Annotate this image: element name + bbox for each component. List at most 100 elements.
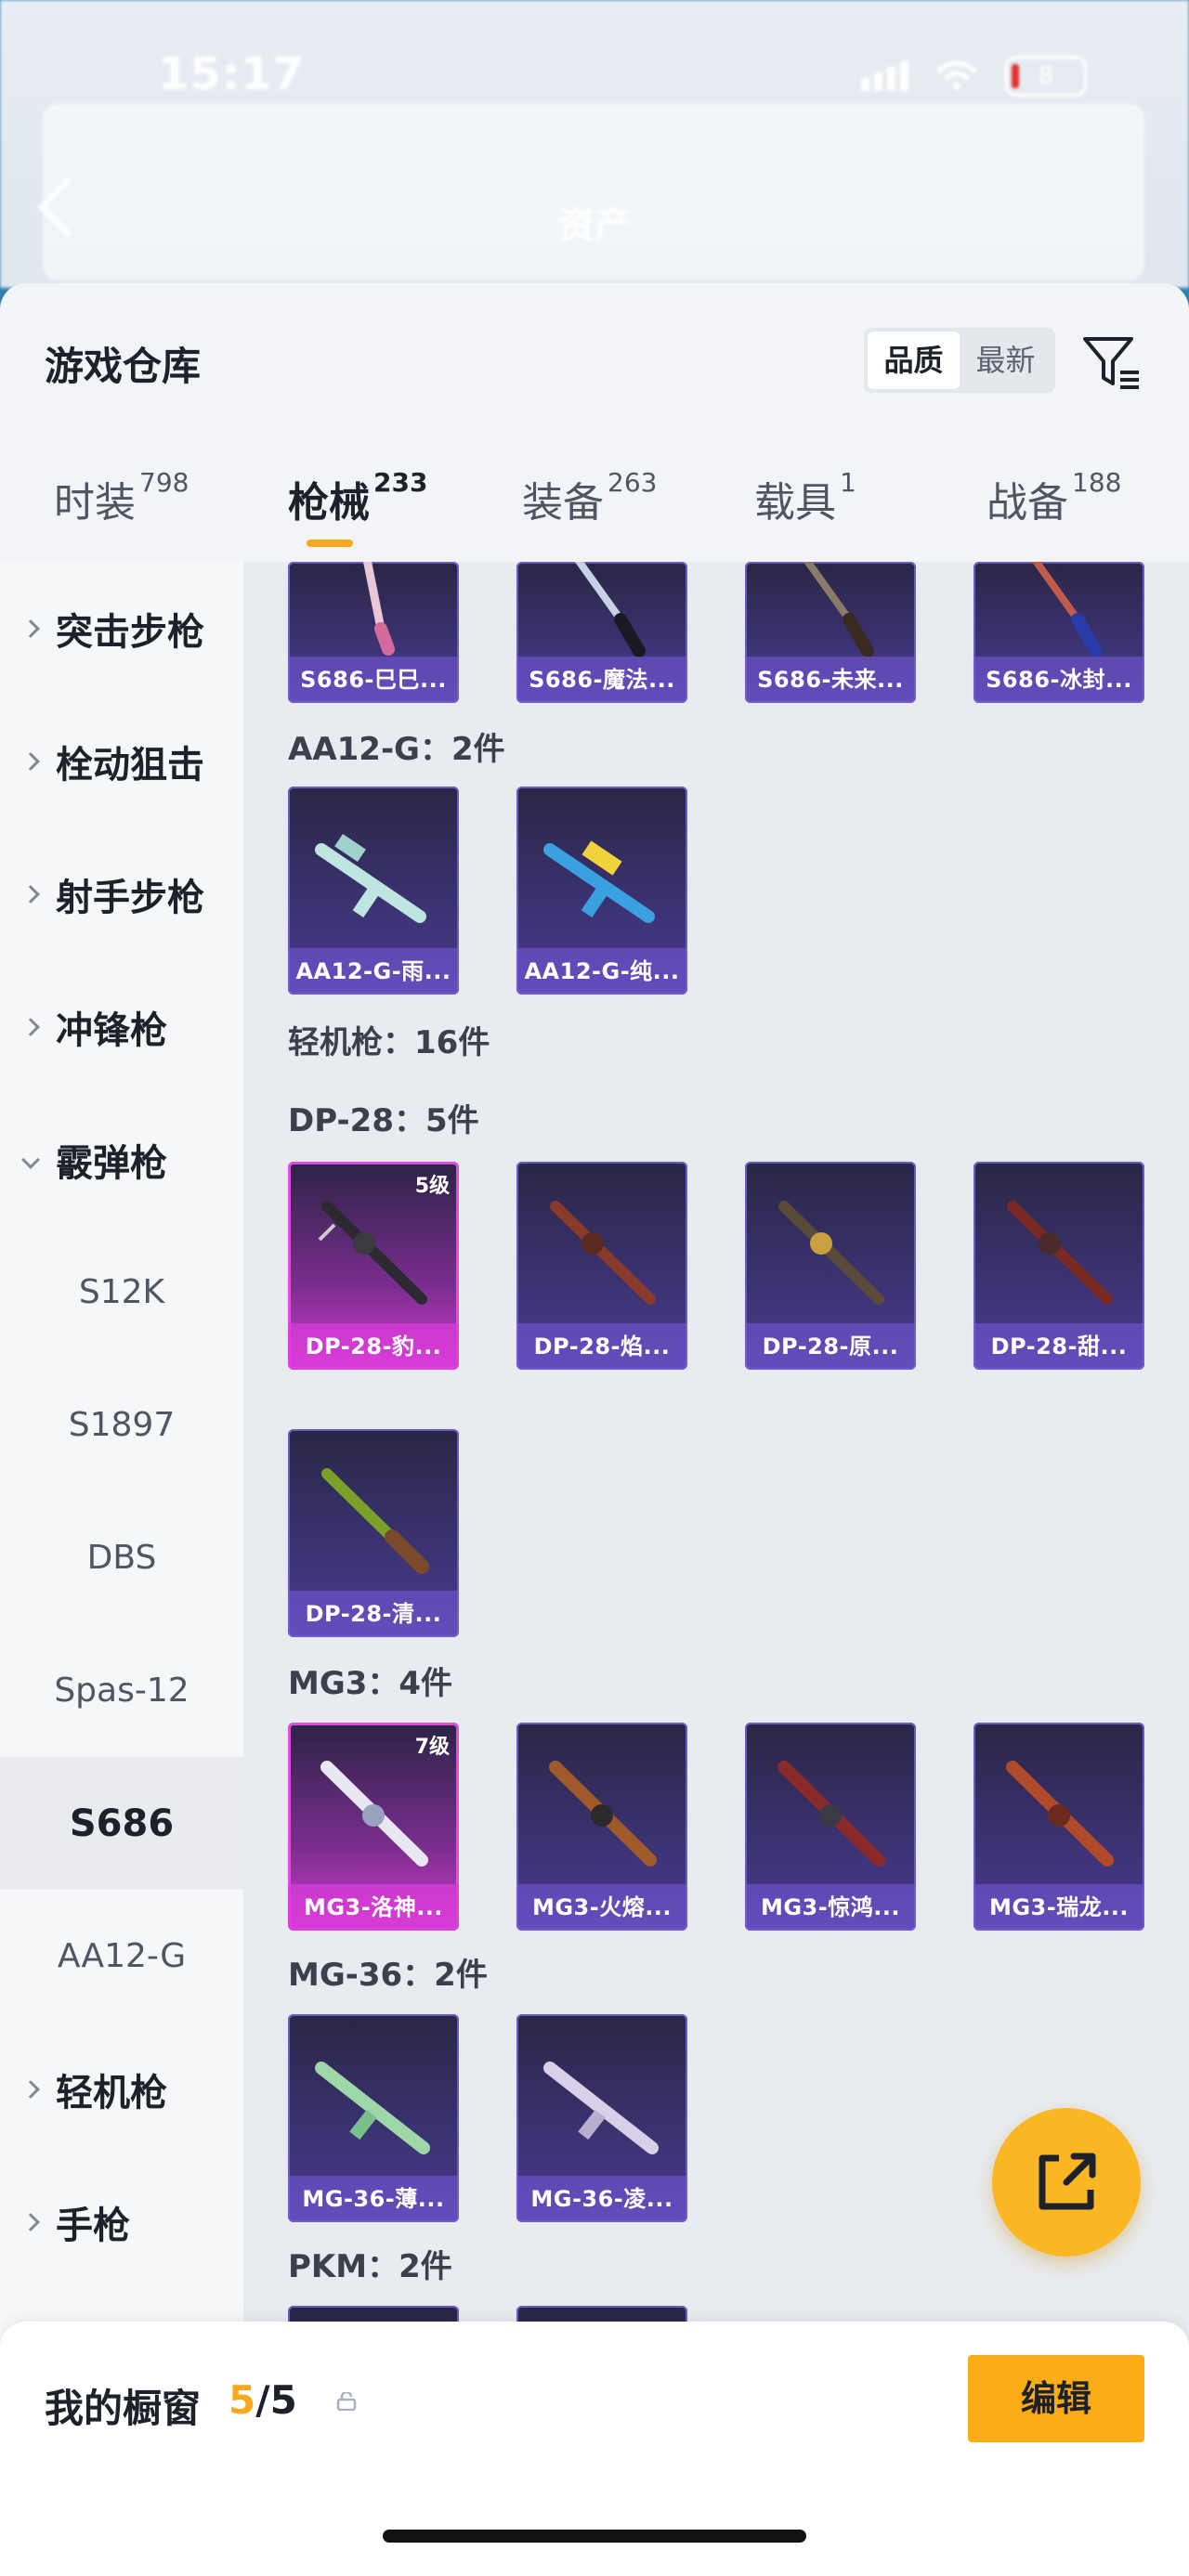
sidebar-sub-s12k[interactable]: S12K: [0, 1226, 243, 1359]
machine-gun-icon: [549, 1761, 657, 1867]
showcase-count-current: 5: [229, 2377, 256, 2423]
status-time: 15:17: [158, 48, 305, 100]
page-title: 资产: [557, 204, 632, 247]
weapon-name: MG3-瑞龙...: [973, 1884, 1144, 1931]
weapon-card[interactable]: DP-28-原...: [745, 1162, 916, 1370]
machine-gun-icon: [318, 1201, 427, 1305]
sidebar-item-bolt-sniper[interactable]: 栓动狙击: [0, 695, 243, 827]
weapon-name: MG3-惊鸿...: [745, 1884, 916, 1931]
sheet-title: 游戏仓库: [45, 344, 202, 389]
shotgun-icon: [803, 562, 874, 657]
blurred-header: 15:17 8 资产: [0, 0, 1189, 288]
sidebar-item-smg[interactable]: 冲锋枪: [0, 960, 243, 1093]
weapon-name: AA12-G-纯...: [516, 948, 687, 995]
sidebar-sub-s1897[interactable]: S1897: [0, 1359, 243, 1491]
weapon-card[interactable]: DP-28-清...: [288, 1429, 459, 1637]
weapon-card[interactable]: S686-魔法...: [516, 562, 687, 703]
battery-icon: 8: [1005, 56, 1087, 97]
weapon-name: MG-36-凌...: [516, 2176, 687, 2222]
sidebar-sub-spas12[interactable]: Spas-12: [0, 1624, 243, 1757]
sort-newest-button[interactable]: 最新: [960, 332, 1052, 389]
sort-quality-button[interactable]: 品质: [868, 332, 960, 389]
machine-gun-icon: [320, 1761, 428, 1867]
group-title: PKM：2件: [288, 2248, 452, 2285]
sidebar-item-marksman[interactable]: 射手步枪: [0, 827, 243, 960]
shotgun-icon: [574, 562, 646, 657]
tab-label: 战备: [986, 479, 1068, 527]
chevron-right-icon: [21, 618, 40, 638]
tab-count: 1: [840, 467, 856, 498]
lock-icon: [336, 2392, 357, 2411]
weapon-name: AA12-G-雨...: [288, 948, 459, 995]
sidebar-item-pistol[interactable]: 手枪: [0, 2155, 243, 2288]
weapon-name: MG3-洛神...: [288, 1884, 459, 1931]
group-title: AA12-G：2件: [288, 731, 505, 768]
tab-label: 装备: [522, 479, 604, 527]
wifi-icon: [936, 60, 977, 90]
header-card: [43, 104, 1144, 280]
weapon-card[interactable]: S686-冰封...: [973, 562, 1144, 703]
filter-icon[interactable]: [1079, 330, 1144, 395]
weapon-card[interactable]: MG-36-凌...: [516, 2014, 687, 2222]
sidebar-item-lmg[interactable]: 轻机枪: [0, 2023, 243, 2155]
status-icons: 8: [861, 56, 1087, 97]
tab-fashion[interactable]: 时装 798: [54, 467, 189, 528]
weapon-name: DP-28-甜...: [973, 1323, 1144, 1370]
tab-label: 载具: [754, 479, 836, 527]
machine-gun-icon: [1007, 1201, 1113, 1305]
weapon-card[interactable]: MG3-火熔...: [516, 1723, 687, 1931]
signal-icon: [861, 61, 908, 91]
group-title: DP-28：5件: [288, 1102, 479, 1139]
weapon-card[interactable]: MG3-瑞龙...: [973, 1723, 1144, 1931]
machine-gun-icon: [1006, 1761, 1114, 1867]
sidebar-item-assault-rifle[interactable]: 突击步枪: [0, 562, 243, 695]
sidebar-item-shotgun[interactable]: 霰弹枪: [0, 1093, 243, 1226]
edit-button[interactable]: 编辑: [968, 2355, 1144, 2442]
weapon-name: MG-36-薄...: [288, 2176, 459, 2222]
weapon-name: DP-28-焰...: [516, 1323, 687, 1370]
chevron-down-icon: [21, 1150, 40, 1169]
weapon-card[interactable]: DP-28-焰...: [516, 1162, 687, 1370]
tab-vehicles[interactable]: 载具 1: [754, 467, 856, 528]
weapon-name: DP-28-原...: [745, 1323, 916, 1370]
weapon-name: MG3-火熔...: [516, 1884, 687, 1931]
sort-toggle: 品质 最新: [864, 328, 1055, 393]
tab-equipment[interactable]: 装备 263: [522, 467, 658, 528]
showcase-count: 5/5: [229, 2377, 297, 2423]
sidebar-sub-s686[interactable]: S686: [0, 1757, 243, 1890]
weapon-name: S686-未来...: [745, 657, 916, 703]
tab-count: 263: [608, 467, 658, 498]
external-link-icon: [1039, 2153, 1096, 2210]
group-title: MG3：4件: [288, 1665, 453, 1702]
sidebar-item-label: 突击步枪: [56, 610, 204, 654]
weapon-card[interactable]: AA12-G-纯...: [516, 787, 687, 995]
machine-gun-icon: [778, 1201, 884, 1305]
showcase-title: 我的橱窗: [45, 2386, 202, 2431]
sidebar-item-label: 栓动狙击: [56, 743, 204, 787]
share-button[interactable]: [992, 2108, 1141, 2257]
weapon-card[interactable]: S686-未来...: [745, 562, 916, 703]
chevron-right-icon: [21, 884, 40, 904]
tab-gear[interactable]: 战备 188: [986, 467, 1122, 528]
sidebar-item-label: 射手步枪: [56, 876, 204, 919]
weapon-card[interactable]: MG3-惊鸿...: [745, 1723, 916, 1931]
weapon-card[interactable]: MG-36-薄...: [288, 2014, 459, 2222]
weapon-name: S686-魔法...: [516, 657, 687, 703]
chevron-right-icon: [21, 2079, 40, 2099]
tab-count: 188: [1072, 467, 1122, 498]
showcase-count-total: 5: [269, 2377, 297, 2423]
showcase-footer: 我的橱窗 5/5 编辑: [0, 2322, 1189, 2576]
weapon-name: S686-冰封...: [973, 657, 1144, 703]
chevron-right-icon: [21, 2212, 40, 2231]
weapon-card[interactable]: DP-28-甜...: [973, 1162, 1144, 1370]
weapon-card[interactable]: 5级 DP-28-豹...: [288, 1162, 459, 1370]
rifle-icon: [315, 2062, 430, 2154]
active-tab-indicator: [307, 540, 353, 547]
sidebar-sub-dbs[interactable]: DBS: [0, 1491, 243, 1624]
sidebar-sub-aa12g[interactable]: AA12-G: [0, 1890, 243, 2023]
weapon-card[interactable]: 7级 MG3-洛神...: [288, 1723, 459, 1931]
weapon-card[interactable]: AA12-G-雨...: [288, 787, 459, 995]
weapon-card[interactable]: S686-巳巳...: [288, 562, 459, 703]
tab-weapons[interactable]: 枪械 233: [288, 467, 427, 528]
category-tabs: 时装 798 枪械 233 装备 263 载具 1 战备 188: [0, 467, 1189, 562]
